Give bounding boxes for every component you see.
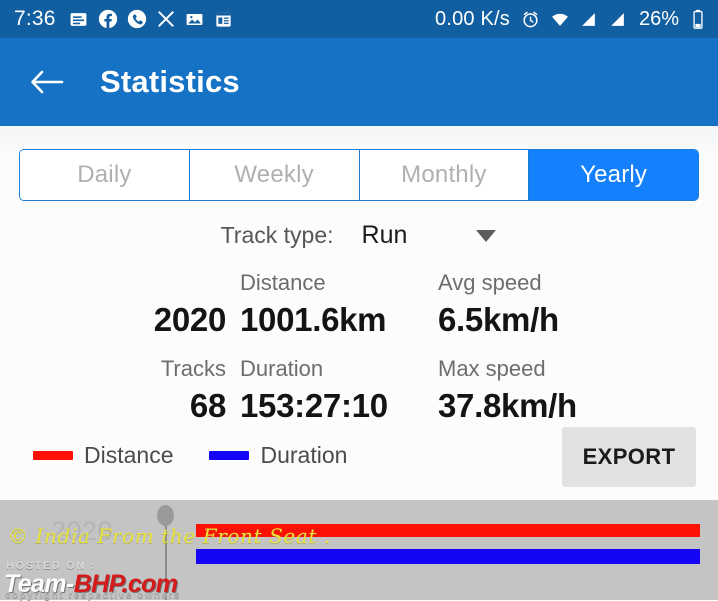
watermark-script-text: © India From the Front Seat . bbox=[8, 524, 331, 548]
stat-label-duration: Duration bbox=[240, 356, 324, 381]
app-bar: Statistics bbox=[0, 38, 718, 126]
legend-label-duration: Duration bbox=[260, 442, 348, 468]
stat-label-avg-speed: Avg speed bbox=[438, 270, 542, 295]
stat-cell-tracks: Tracks 68 bbox=[0, 354, 240, 428]
stat-cell-avg-speed: Avg speed 6.5km/h bbox=[438, 268, 678, 342]
stats-row-2: Tracks 68 Duration 153:27:10 Max speed 3… bbox=[0, 354, 718, 428]
signal-bars-icon bbox=[579, 9, 599, 29]
bar-duration-2020[interactable] bbox=[196, 549, 700, 564]
status-time: 7:36 bbox=[14, 7, 56, 30]
signal-bars-icon bbox=[608, 9, 628, 29]
track-type-value[interactable]: Run bbox=[362, 221, 408, 250]
network-speed: 0.00 K/s bbox=[434, 7, 510, 30]
track-type-label: Track type: bbox=[220, 222, 334, 248]
legend-item-distance: Distance bbox=[33, 442, 173, 469]
battery-percent: 26% bbox=[638, 7, 679, 30]
stat-value-duration: 153:27:10 bbox=[240, 387, 388, 424]
battery-icon bbox=[688, 9, 708, 29]
page-title: Statistics bbox=[100, 64, 240, 99]
stat-label-max-speed: Max speed bbox=[438, 356, 546, 381]
main-content: Daily Weekly Monthly Yearly Track type: … bbox=[0, 126, 718, 500]
x-close-icon bbox=[156, 9, 176, 29]
chevron-down-icon[interactable] bbox=[475, 225, 497, 247]
statistics-grid: 2020 Distance 1001.6km Avg speed 6.5km/h… bbox=[0, 268, 718, 440]
chart-legend: Distance Duration bbox=[33, 442, 347, 469]
stat-value-max-speed: 37.8km/h bbox=[438, 387, 577, 424]
stat-cell-distance: Distance 1001.6km bbox=[240, 268, 438, 342]
stat-cell-duration: Duration 153:27:10 bbox=[240, 354, 438, 428]
calendar-note-icon bbox=[214, 9, 234, 29]
phone-call-icon bbox=[127, 9, 147, 29]
legend-swatch-duration bbox=[209, 451, 250, 460]
tab-monthly[interactable]: Monthly bbox=[359, 150, 530, 200]
stat-label-period bbox=[0, 268, 226, 298]
stats-row-1: 2020 Distance 1001.6km Avg speed 6.5km/h bbox=[0, 268, 718, 342]
watermark-copyright: copyright respective owners bbox=[5, 590, 182, 601]
alarm-clock-icon bbox=[521, 9, 541, 29]
stat-cell-period: 2020 bbox=[0, 268, 240, 342]
legend-label-distance: Distance bbox=[84, 442, 174, 468]
track-type-row: Track type: Run bbox=[0, 221, 718, 250]
stat-cell-max-speed: Max speed 37.8km/h bbox=[438, 354, 678, 428]
status-bar-left: 7:36 bbox=[14, 7, 234, 31]
chart-scroll-handle[interactable] bbox=[157, 505, 174, 526]
tab-daily[interactable]: Daily bbox=[20, 150, 190, 200]
stat-value-tracks: 68 bbox=[189, 387, 226, 424]
back-arrow-icon[interactable] bbox=[26, 61, 68, 103]
tab-weekly[interactable]: Weekly bbox=[189, 150, 360, 200]
legend-item-duration: Duration bbox=[209, 442, 347, 469]
status-bar: 7:36 0.00 K/s 26% bbox=[0, 0, 718, 38]
gallery-image-icon bbox=[185, 9, 205, 29]
stat-value-avg-speed: 6.5km/h bbox=[438, 301, 559, 338]
period-tab-group: Daily Weekly Monthly Yearly bbox=[19, 149, 699, 201]
legend-and-export-row: Distance Duration EXPORT bbox=[0, 424, 718, 494]
export-button[interactable]: EXPORT bbox=[562, 427, 696, 487]
stat-label-tracks: Tracks bbox=[160, 356, 226, 381]
status-bar-right: 0.00 K/s 26% bbox=[435, 8, 708, 31]
legend-swatch-distance bbox=[33, 451, 73, 460]
tab-yearly[interactable]: Yearly bbox=[529, 150, 698, 200]
wifi-icon bbox=[550, 9, 570, 29]
stat-value-distance: 1001.6km bbox=[240, 301, 387, 338]
stat-value-period: 2020 bbox=[153, 301, 227, 338]
news-icon bbox=[69, 9, 89, 29]
stat-label-distance: Distance bbox=[240, 270, 326, 295]
facebook-icon bbox=[98, 9, 118, 29]
